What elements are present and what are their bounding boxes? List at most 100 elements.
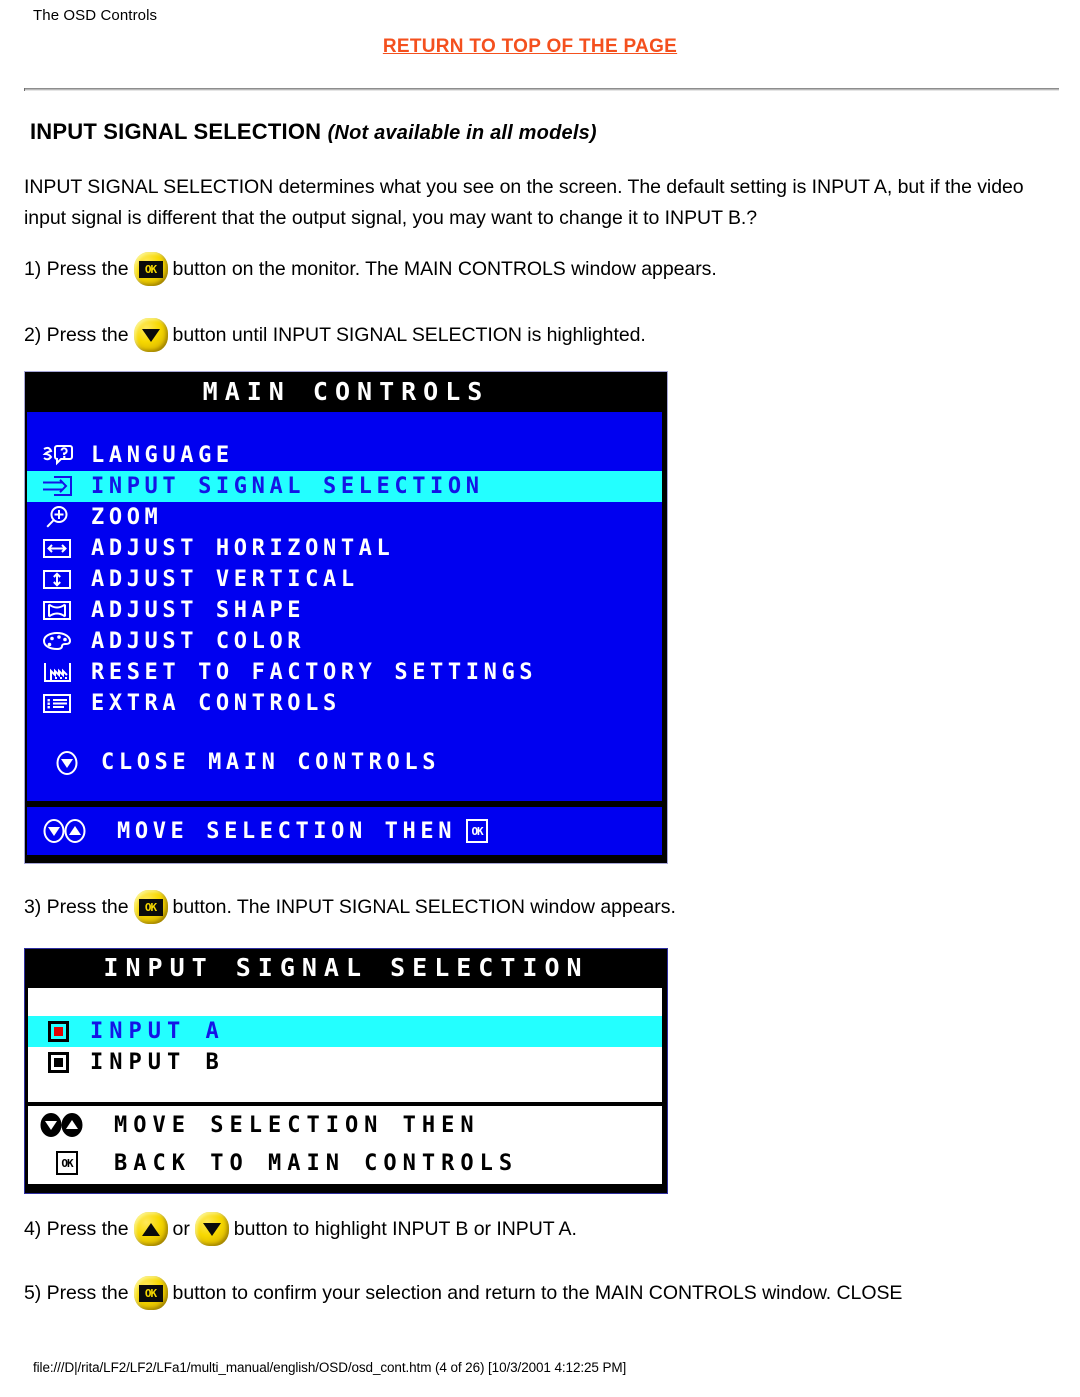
step-3: 3) Press the OK button. The INPUT SIGNAL…	[24, 890, 676, 924]
adjust-vertical-icon	[39, 567, 75, 593]
osd-input-top-spacer	[28, 988, 662, 1016]
osd-option-input-b[interactable]: INPUT B	[28, 1047, 662, 1078]
down-button-glyph	[195, 1212, 229, 1246]
osd-item-label: ADJUST HORIZONTAL	[91, 536, 395, 561]
step-1: 1) Press the OK button on the monitor. T…	[24, 252, 717, 286]
ok-button-glyph: OK	[134, 890, 168, 924]
step-4-mid: or	[172, 1217, 190, 1240]
osd-main-hint-bar: MOVE SELECTION THEN OK	[27, 807, 662, 855]
move-selection-arrows-icon	[36, 1112, 98, 1138]
zoom-icon	[39, 505, 75, 531]
osd-input-hint-back-label: BACK TO MAIN CONTROLS	[114, 1150, 519, 1176]
radio-unselected-icon	[46, 1050, 70, 1076]
osd-item-close-main-controls[interactable]: CLOSE MAIN CONTROLS	[27, 747, 662, 778]
triangle-down-icon	[202, 1222, 221, 1236]
radio-dot	[53, 1058, 63, 1067]
osd-main-menu-list: LANGUAGE INPUT SIGNAL SELECTION ZOOM ADJ…	[27, 412, 662, 801]
step-5-lead: 5) Press the	[24, 1281, 129, 1304]
radio-selected-icon	[46, 1019, 70, 1045]
page-title-subtitle: (Not available in all models)	[327, 122, 597, 144]
osd-item-reset-to-factory-settings[interactable]: RESET TO FACTORY SETTINGS	[27, 657, 662, 688]
osd-item-label: ADJUST VERTICAL	[91, 567, 359, 592]
osd-close-label: CLOSE MAIN CONTROLS	[101, 750, 441, 775]
osd-item-label: RESET TO FACTORY SETTINGS	[91, 660, 538, 685]
osd-item-adjust-horizontal[interactable]: ADJUST HORIZONTAL	[27, 533, 662, 564]
adjust-shape-icon	[39, 598, 75, 624]
down-arrow-button-icon[interactable]	[133, 318, 168, 352]
ok-button-label: OK	[138, 1284, 163, 1302]
osd-item-adjust-shape[interactable]: ADJUST SHAPE	[27, 595, 662, 626]
osd-input-hint-move-label: MOVE SELECTION THEN	[114, 1112, 480, 1138]
adjust-horizontal-icon	[39, 536, 75, 562]
horizontal-divider	[24, 88, 1059, 91]
osd-option-label: INPUT B	[90, 1050, 225, 1075]
page-title-main: INPUT SIGNAL SELECTION	[30, 119, 328, 144]
input-signal-icon	[39, 474, 75, 500]
ok-button-icon[interactable]: OK	[133, 890, 168, 924]
step-2: 2) Press the button until INPUT SIGNAL S…	[24, 318, 646, 352]
radio-box	[47, 1021, 69, 1042]
osd-item-label: ADJUST SHAPE	[91, 598, 306, 623]
osd-top-spacer	[27, 412, 662, 440]
file-path-footer: file:///D|/rita/LF2/LF2/LFa1/multi_manua…	[33, 1360, 627, 1375]
extra-controls-icon	[39, 691, 75, 717]
up-arrow-button-icon[interactable]	[133, 1212, 168, 1246]
return-to-top-link[interactable]: RETURN TO TOP OF THE PAGE	[0, 36, 1060, 58]
down-button-glyph	[134, 318, 168, 352]
up-button-glyph	[134, 1212, 168, 1246]
osd-item-zoom[interactable]: ZOOM	[27, 502, 662, 533]
triangle-up-icon	[141, 1222, 160, 1236]
ok-glyph-icon: OK	[36, 1150, 98, 1176]
ok-button-label: OK	[138, 260, 163, 278]
osd-main-hint-row: MOVE SELECTION THEN OK	[27, 807, 662, 855]
ok-button-icon[interactable]: OK	[133, 252, 168, 286]
step-2-lead: 2) Press the	[24, 323, 129, 346]
radio-box	[47, 1052, 69, 1073]
step-2-tail: button until INPUT SIGNAL SELECTION is h…	[172, 323, 646, 346]
step-5: 5) Press the OK button to confirm your s…	[24, 1276, 902, 1310]
osd-item-label: INPUT SIGNAL SELECTION	[91, 474, 484, 499]
osd-input-hint-back-row: OK BACK TO MAIN CONTROLS	[28, 1144, 662, 1182]
step-3-tail: button. The INPUT SIGNAL SELECTION windo…	[172, 895, 676, 918]
ok-button-glyph: OK	[134, 252, 168, 286]
osd-main-title: MAIN CONTROLS	[25, 372, 667, 410]
osd-option-input-a[interactable]: INPUT A	[28, 1016, 662, 1047]
move-selection-arrows-icon	[39, 818, 101, 844]
osd-item-label: EXTRA CONTROLS	[91, 691, 341, 716]
step-5-tail: button to confirm your selection and ret…	[172, 1281, 903, 1304]
step-1-lead: 1) Press the	[24, 257, 129, 280]
page-title: INPUT SIGNAL SELECTION (Not available in…	[30, 119, 597, 145]
osd-item-extra-controls[interactable]: EXTRA CONTROLS	[27, 688, 662, 719]
ok-button-glyph: OK	[134, 1276, 168, 1310]
osd-item-label: ZOOM	[91, 505, 163, 530]
down-arrow-button-icon[interactable]	[194, 1212, 229, 1246]
intro-paragraph: INPUT SIGNAL SELECTION determines what y…	[24, 176, 1024, 229]
osd-input-hint-bar: MOVE SELECTION THEN OK BACK TO MAIN CONT…	[28, 1106, 662, 1184]
osd-item-adjust-vertical[interactable]: ADJUST VERTICAL	[27, 564, 662, 595]
osd-item-input-signal-selection[interactable]: INPUT SIGNAL SELECTION	[27, 471, 662, 502]
step-3-lead: 3) Press the	[24, 895, 129, 918]
osd-option-label: INPUT A	[90, 1019, 225, 1044]
ok-button-label: OK	[138, 898, 163, 916]
osd-item-adjust-color[interactable]: ADJUST COLOR	[27, 626, 662, 657]
osd-input-hint-move-row: MOVE SELECTION THEN	[28, 1106, 662, 1144]
osd-item-label: LANGUAGE	[91, 443, 234, 468]
ok-button-icon[interactable]: OK	[133, 1276, 168, 1310]
osd-mid-spacer	[27, 719, 662, 747]
step-4: 4) Press the or button to highlight INPU…	[24, 1212, 577, 1246]
osd-input-option-list: INPUT A INPUT B	[28, 988, 662, 1106]
osd-main-controls-window: MAIN CONTROLS LANGUAGE INPUT SIGNAL SELE…	[24, 371, 668, 864]
factory-reset-icon	[39, 660, 75, 686]
close-down-arrow-icon	[49, 750, 85, 776]
radio-dot	[53, 1027, 63, 1036]
breadcrumb: The OSD Controls	[33, 7, 158, 24]
osd-item-language[interactable]: LANGUAGE	[27, 440, 662, 471]
triangle-down-icon	[141, 328, 160, 342]
osd-item-label: ADJUST COLOR	[91, 629, 306, 654]
osd-hint-ok-icon: OK	[56, 1151, 78, 1175]
adjust-color-icon	[39, 629, 75, 655]
osd-main-hint-label: MOVE SELECTION THEN	[117, 818, 457, 844]
osd-input-signal-selection-window: INPUT SIGNAL SELECTION INPUT A INPUT B M…	[24, 948, 668, 1194]
step-4-tail: button to highlight INPUT B or INPUT A.	[233, 1217, 577, 1240]
osd-input-title: INPUT SIGNAL SELECTION	[25, 949, 667, 985]
